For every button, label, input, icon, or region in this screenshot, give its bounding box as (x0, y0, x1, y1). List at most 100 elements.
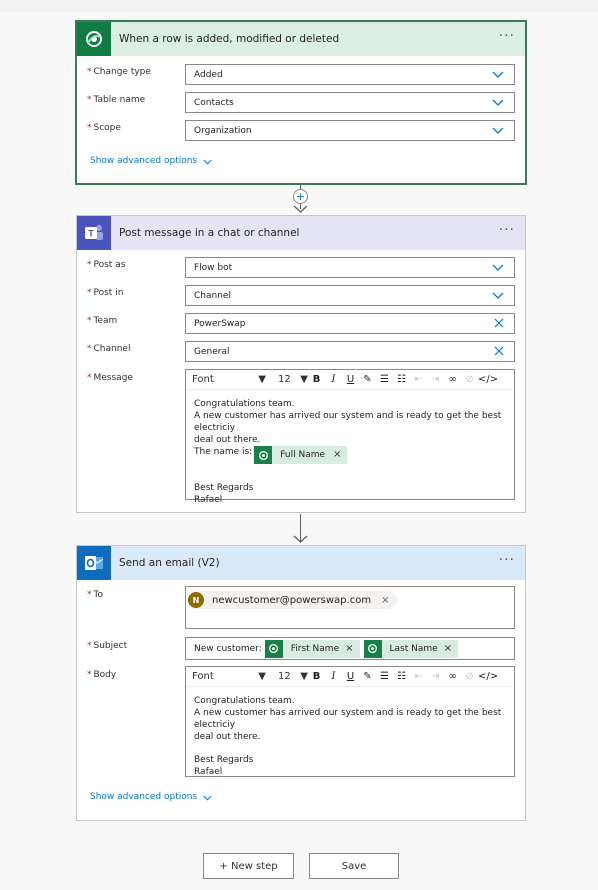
editor-toolbar: Font ▼ 12 ▼ B I U ✎ ☰ ☷ ⇤ ⇥ ∞ ⊘ </> (186, 370, 514, 390)
link-icon[interactable]: ∞ (444, 671, 461, 682)
dynamic-token-last-name[interactable]: Last Name × (363, 639, 459, 658)
font-dropdown[interactable]: Font ▼ (192, 374, 270, 385)
decrease-indent-icon[interactable]: ⇤ (410, 671, 427, 682)
teams-card-header[interactable]: T Post message in a chat or channel ··· (77, 216, 525, 250)
decrease-indent-icon[interactable]: ⇤ (410, 374, 427, 385)
remove-token-icon[interactable]: × (345, 643, 353, 654)
field-label-change-type: * Change type (87, 67, 151, 77)
italic-icon[interactable]: I (325, 671, 342, 682)
change-type-dropdown[interactable]: Added (185, 64, 515, 85)
dynamic-token-first-name[interactable]: First Name × (264, 639, 360, 658)
post-in-dropdown[interactable]: Channel (185, 285, 515, 306)
post-as-value: Flow bot (194, 262, 233, 273)
caret-down-icon: ▼ (300, 671, 308, 682)
dataverse-icon (264, 639, 283, 658)
increase-indent-icon[interactable]: ⇥ (427, 671, 444, 682)
pen-icon[interactable]: ✎ (359, 671, 376, 682)
bullet-list-icon[interactable]: ☰ (376, 671, 393, 682)
font-size-value: 12 (278, 671, 291, 682)
remove-token-icon[interactable]: × (444, 643, 452, 654)
field-label-table-name: * Table name (87, 95, 146, 105)
email-card-header[interactable]: Send an email (V2) ··· (77, 546, 525, 580)
email-body[interactable]: Congratulations team. A new customer has… (186, 687, 514, 786)
font-dropdown[interactable]: Font ▼ (192, 671, 270, 682)
numbered-list-icon[interactable]: ☷ (393, 671, 410, 682)
body-line: Best Regards (194, 755, 254, 765)
chevron-down-icon[interactable] (492, 289, 504, 301)
post-in-value: Channel (194, 290, 231, 301)
teams-card[interactable]: T Post message in a chat or channel ··· … (76, 215, 526, 513)
dataverse-icon (363, 639, 382, 658)
field-label-post-as: * Post as (87, 260, 126, 270)
link-icon[interactable]: ∞ (444, 374, 461, 385)
chevron-down-icon[interactable] (492, 261, 504, 273)
chevron-down-icon (203, 795, 212, 800)
trigger-card[interactable]: When a row is added, modified or deleted… (76, 21, 526, 184)
team-field[interactable]: PowerSwap (185, 313, 515, 334)
field-label-post-in: * Post in (87, 288, 124, 298)
increase-indent-icon[interactable]: ⇥ (427, 374, 444, 385)
add-step-plus-icon[interactable]: + (293, 189, 308, 204)
message-line: Best Regards (194, 483, 254, 493)
chevron-down-icon[interactable] (492, 96, 504, 108)
code-view-icon[interactable]: </> (478, 671, 498, 682)
token-label: Last Name (389, 643, 438, 654)
scope-dropdown[interactable]: Organization (185, 120, 515, 141)
font-size-dropdown[interactable]: 12 ▼ (278, 671, 308, 682)
font-size-dropdown[interactable]: 12 ▼ (278, 374, 308, 385)
numbered-list-icon[interactable]: ☷ (393, 374, 410, 385)
more-options-icon[interactable]: ··· (499, 223, 515, 237)
more-options-icon[interactable]: ··· (499, 29, 515, 43)
channel-field[interactable]: General (185, 341, 515, 362)
unlink-icon[interactable]: ⊘ (461, 671, 478, 682)
table-name-dropdown[interactable]: Contacts (185, 92, 515, 113)
editor-toolbar: Font ▼ 12 ▼ B I U ✎ ☰ ☷ ⇤ ⇥ ∞ ⊘ </> (186, 667, 514, 687)
bullet-list-icon[interactable]: ☰ (376, 374, 393, 385)
code-view-icon[interactable]: </> (478, 374, 498, 385)
save-button[interactable]: Save (309, 853, 399, 879)
message-body[interactable]: Congratulations team. A new customer has… (186, 390, 514, 514)
body-editor[interactable]: Font ▼ 12 ▼ B I U ✎ ☰ ☷ ⇤ ⇥ ∞ ⊘ </> Congra… (185, 666, 515, 777)
chevron-down-icon[interactable] (492, 68, 504, 80)
token-label: First Name (290, 643, 340, 654)
dataverse-icon (254, 446, 273, 464)
show-advanced-options-link[interactable]: Show advanced options (90, 792, 212, 802)
post-as-dropdown[interactable]: Flow bot (185, 257, 515, 278)
trigger-card-header[interactable]: When a row is added, modified or deleted… (77, 22, 525, 56)
clear-icon[interactable] (494, 346, 504, 356)
underline-icon[interactable]: U (342, 374, 359, 385)
remove-token-icon[interactable]: × (333, 449, 341, 461)
font-value: Font (192, 374, 214, 385)
message-line: The name is: (194, 447, 253, 457)
message-editor[interactable]: Font ▼ 12 ▼ B I U ✎ ☰ ☷ ⇤ ⇥ ∞ ⊘ </> Congra… (185, 369, 515, 505)
dynamic-token-full-name[interactable]: Full Name × (254, 446, 348, 464)
bold-icon[interactable]: B (308, 374, 325, 385)
message-line: Congratulations team. (194, 399, 295, 409)
italic-icon[interactable]: I (325, 374, 342, 385)
new-step-button[interactable]: + New step (203, 853, 294, 879)
field-label-channel: * Channel (87, 344, 131, 354)
caret-down-icon: ▼ (258, 671, 266, 682)
more-options-icon[interactable]: ··· (499, 553, 515, 567)
email-card[interactable]: Send an email (V2) ··· * To N newcustomer… (76, 545, 526, 821)
channel-value: General (194, 346, 230, 357)
unlink-icon[interactable]: ⊘ (461, 374, 478, 385)
body-line: Rafael (194, 767, 223, 777)
subject-field[interactable]: New customer: First Name × Last Name × (185, 637, 515, 660)
arrow-down-icon (293, 205, 308, 213)
chevron-down-icon (203, 159, 212, 164)
scope-value: Organization (194, 125, 252, 136)
teams-icon: T (77, 216, 111, 250)
remove-recipient-icon[interactable]: × (381, 595, 389, 606)
show-advanced-options-link[interactable]: Show advanced options (90, 156, 212, 166)
recipient-pill[interactable]: N newcustomer@powerswap.com × (188, 591, 398, 609)
to-field[interactable]: N newcustomer@powerswap.com × (185, 586, 515, 629)
message-line: A new customer has arrived our system an… (194, 411, 502, 433)
underline-icon[interactable]: U (342, 671, 359, 682)
clear-icon[interactable] (494, 318, 504, 328)
pen-icon[interactable]: ✎ (359, 374, 376, 385)
chevron-down-icon[interactable] (492, 124, 504, 136)
avatar: N (188, 592, 204, 608)
bold-icon[interactable]: B (308, 671, 325, 682)
field-label-message: * Message (87, 373, 133, 383)
